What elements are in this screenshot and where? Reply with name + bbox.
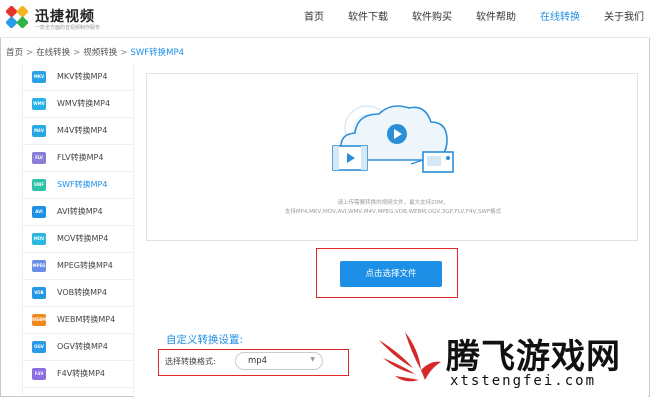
format-label: 选择转换格式: — [165, 357, 216, 366]
chevron-down-icon: ▼ — [310, 356, 315, 363]
sidebar-item-swf[interactable]: SWF SWF转换MP4 — [23, 172, 135, 199]
nav-item-purchase[interactable]: 软件购买 — [412, 0, 452, 38]
format-sidebar: MKV MKV转换MP4 WMV WMV转换MP4 M4V M4V转换MP4 F… — [22, 64, 135, 394]
upload-drop-zone[interactable]: 请上传需要转换的视频文件，最大支持20M， 支持MP4,MKV,MOV,AVI,… — [146, 73, 638, 241]
upload-hint-formats: 支持MP4,MKV,MOV,AVI,WMV,M4V,MPEG,VOB,WEBM,… — [284, 209, 502, 215]
sidebar-item-mkv[interactable]: MKV MKV转换MP4 — [23, 64, 135, 91]
format-select[interactable]: mp4 ▼ — [235, 352, 323, 370]
breadcrumb-current: SWF转换MP4 — [130, 48, 184, 58]
m4v-file-icon: M4V — [32, 125, 46, 137]
format-select-value: mp4 — [248, 356, 268, 366]
sidebar-item-flv[interactable]: FLV FLV转换MP4 — [23, 145, 135, 172]
mpeg-file-icon: MPEG — [32, 260, 46, 272]
sidebar-item-m4v[interactable]: M4V M4V转换MP4 — [23, 118, 135, 145]
logo-title: 迅捷视频 — [35, 9, 95, 25]
sidebar-item-label: SWF转换MP4 — [57, 180, 108, 189]
logo-subtitle: 一款全方面的音视频制作服务 — [35, 25, 101, 31]
watermark-wing-icon — [379, 332, 441, 382]
video-cloud-illustration-icon — [332, 105, 454, 173]
sidebar-item-mpeg[interactable]: MPEG MPEG转换MP4 — [23, 253, 135, 280]
sidebar-item-wmv[interactable]: WMV WMV转换MP4 — [23, 91, 135, 118]
select-file-button[interactable]: 点击选择文件 — [340, 261, 442, 287]
webm-file-icon: WEBM — [32, 314, 46, 326]
ogv-file-icon: OGV — [32, 341, 46, 353]
sidebar-item-avi[interactable]: AVI AVI转换MP4 — [23, 199, 135, 226]
nav-item-home[interactable]: 首页 — [304, 0, 324, 38]
sidebar-item-label: F4V转换MP4 — [57, 369, 105, 378]
watermark-title: 腾飞游戏网 — [446, 337, 621, 377]
wmv-file-icon: WMV — [32, 98, 46, 110]
sidebar-item-label: OGV转换MP4 — [57, 342, 108, 351]
main-nav: 首页 软件下载 软件购买 软件帮助 在线转换 关于我们 — [280, 0, 644, 38]
breadcrumb-video-convert[interactable]: 视频转换 — [83, 48, 117, 58]
logo-mark-icon — [6, 6, 28, 28]
sidebar-item-label: VOB转换MP4 — [57, 288, 107, 297]
sidebar-item-label: FLV转换MP4 — [57, 153, 104, 162]
sidebar-item-label: WEBM转换MP4 — [57, 315, 116, 324]
nav-item-about[interactable]: 关于我们 — [604, 0, 644, 38]
nav-item-online-convert[interactable]: 在线转换 — [540, 0, 580, 38]
sidebar-item-label: MKV转换MP4 — [57, 72, 108, 81]
swf-file-icon: SWF — [32, 179, 46, 191]
avi-file-icon: AVI — [32, 206, 46, 218]
sidebar-item-label: M4V转换MP4 — [57, 126, 108, 135]
f4v-file-icon: F4V — [32, 368, 46, 380]
breadcrumb: 首页 > 在线转换 > 视频转换 > SWF转换MP4 — [6, 46, 184, 58]
sidebar-item-webm[interactable]: WEBM WEBM转换MP4 — [23, 307, 135, 334]
sidebar-item-label: AVI转换MP4 — [57, 207, 103, 216]
top-header: 迅捷视频 一款全方面的音视频制作服务 首页 软件下载 软件购买 软件帮助 在线转… — [0, 0, 650, 38]
sidebar-item-vob[interactable]: VOB VOB转换MP4 — [23, 280, 135, 307]
breadcrumb-separator: > — [26, 48, 34, 58]
vob-file-icon: VOB — [32, 287, 46, 299]
mov-file-icon: MOV — [32, 233, 46, 245]
sidebar-item-mov[interactable]: MOV MOV转换MP4 — [23, 226, 135, 253]
flv-file-icon: FLV — [32, 152, 46, 164]
breadcrumb-separator: > — [120, 48, 128, 58]
mkv-file-icon: MKV — [32, 71, 46, 83]
breadcrumb-online-convert[interactable]: 在线转换 — [36, 48, 70, 58]
sidebar-item-f4v[interactable]: F4V F4V转换MP4 — [23, 361, 135, 388]
sidebar-item-label: MOV转换MP4 — [57, 234, 109, 243]
sidebar-item-ogv[interactable]: OGV OGV转换MP4 — [23, 334, 135, 361]
sidebar-item-label: MPEG转换MP4 — [57, 261, 113, 270]
nav-item-help[interactable]: 软件帮助 — [476, 0, 516, 38]
watermark-url: xtstengfei.com — [450, 373, 597, 389]
breadcrumb-home[interactable]: 首页 — [6, 48, 23, 58]
breadcrumb-separator: > — [73, 48, 81, 58]
upload-hint-size: 请上传需要转换的视频文件，最大支持20M， — [337, 200, 449, 206]
sidebar-item-label: WMV转换MP4 — [57, 99, 111, 108]
nav-item-download[interactable]: 软件下载 — [348, 0, 388, 38]
site-logo[interactable]: 迅捷视频 一款全方面的音视频制作服务 — [6, 5, 106, 33]
custom-settings-title: 自定义转换设置: — [166, 334, 244, 346]
